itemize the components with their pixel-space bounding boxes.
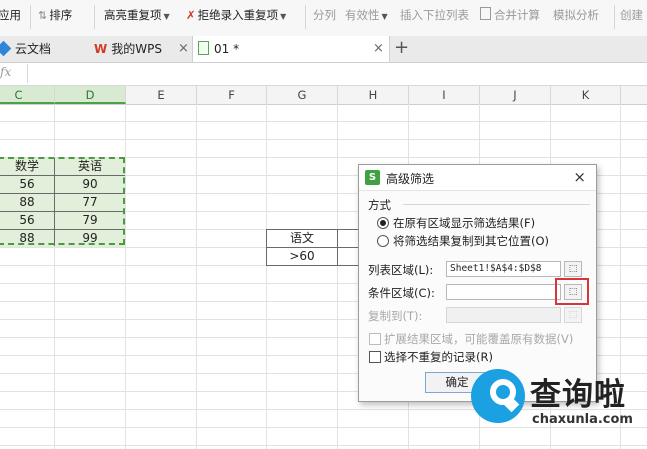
criteria-header-cell[interactable]: 语文 — [267, 230, 337, 247]
ribbon-toolbar: 应用 ⇅ 排序 高亮重复项 ▼ ✗ 拒绝录入重复项 ▼ 分列 有效性 ▼ 插入下拉列表 合… — [0, 0, 647, 37]
list-range-input[interactable]: Sheet1!$A$4:$D$8 — [446, 261, 561, 277]
close-icon[interactable]: × — [573, 168, 586, 186]
formula-input[interactable] — [27, 64, 646, 83]
split-column-button[interactable]: 分列 — [313, 7, 336, 23]
column-header-g[interactable]: G — [267, 86, 338, 104]
toolbar-separator — [614, 5, 615, 29]
document-tab-bar: 云文档 W 我的WPS × 01 * × + — [0, 36, 647, 63]
dialog-title: 高级筛选 — [386, 172, 435, 186]
tab-cloud-docs[interactable]: 云文档 — [0, 36, 78, 62]
chevron-down-icon: ▼ — [381, 12, 388, 21]
reject-icon: ✗ — [186, 8, 196, 22]
cloud-icon — [0, 40, 12, 57]
radio-copy-to-location[interactable] — [377, 235, 389, 247]
formula-bar: fx — [0, 63, 647, 86]
unique-records-checkbox[interactable] — [369, 351, 381, 363]
column-header-h[interactable]: H — [338, 86, 409, 104]
dialog-title-bar[interactable]: S 高级筛选 × — [359, 165, 596, 191]
list-range-picker-icon[interactable]: ⬚ — [564, 261, 582, 277]
highlight-duplicates-label: 高亮重复项 — [104, 8, 162, 22]
consolidate-icon — [480, 7, 491, 20]
group-divider — [403, 204, 590, 205]
apply-button[interactable]: 应用 — [0, 7, 21, 23]
unique-records-label[interactable]: 选择不重复的记录(R) — [384, 349, 493, 365]
close-icon[interactable]: × — [373, 36, 384, 62]
tab-my-wps[interactable]: W 我的WPS × — [94, 36, 192, 62]
criteria-range-input[interactable] — [446, 284, 561, 300]
method-group-label: 方式 — [368, 198, 391, 212]
fx-icon[interactable]: fx — [0, 65, 11, 79]
list-range-label: 列表区域(L): — [368, 263, 434, 277]
copy-selection-marquee — [0, 157, 125, 245]
tab-label: 我的WPS — [111, 42, 162, 56]
tab-document-01[interactable]: 01 * × — [192, 36, 390, 62]
copy-to-label: 复制到(T): — [368, 309, 423, 323]
validation-label: 有效性 — [345, 8, 380, 22]
wps-logo-icon: W — [94, 42, 108, 56]
column-header-j[interactable]: J — [480, 86, 551, 104]
close-icon[interactable]: × — [178, 36, 189, 62]
toolbar-separator — [30, 5, 31, 29]
create-button[interactable]: 创建 — [620, 7, 643, 23]
chevron-down-icon: ▼ — [280, 12, 287, 21]
column-header-k[interactable]: K — [551, 86, 621, 104]
watermark-title: 查询啦 — [530, 377, 626, 413]
reject-duplicates-button[interactable]: ✗ 拒绝录入重复项 ▼ — [186, 7, 286, 23]
chaxunla-watermark: 查询啦 chaxunla.com — [462, 367, 647, 449]
sort-label: 排序 — [49, 8, 73, 22]
new-tab-plus-icon[interactable]: + — [394, 36, 409, 60]
insert-dropdown-list-button[interactable]: 插入下拉列表 — [400, 7, 469, 23]
spreadsheet-icon — [198, 41, 209, 55]
wps-spreadsheet-logo-icon: S — [365, 170, 380, 185]
tab-label: 01 * — [214, 42, 240, 56]
validation-button[interactable]: 有效性 ▼ — [345, 7, 388, 23]
criteria-value-cell[interactable]: >60 — [267, 248, 337, 265]
tab-label: 云文档 — [15, 42, 52, 56]
consolidate-label: 合并计算 — [494, 8, 540, 22]
chevron-down-icon: ▼ — [163, 12, 170, 21]
highlight-duplicates-button[interactable]: 高亮重复项 ▼ — [104, 7, 170, 23]
cell-border — [337, 229, 338, 265]
toolbar-separator — [94, 5, 95, 29]
extend-results-checkbox[interactable] — [369, 333, 381, 345]
column-header-d[interactable]: D — [55, 86, 126, 104]
copy-to-picker-icon[interactable]: ⬚ — [564, 307, 582, 323]
toolbar-separator — [305, 5, 306, 29]
what-if-analysis-button[interactable]: 模拟分析 — [553, 7, 599, 23]
highlight-box — [555, 278, 589, 305]
column-header-e[interactable]: E — [126, 86, 197, 104]
radio-copy-to-location-label[interactable]: 将筛选结果复制到其它位置(O) — [393, 233, 549, 249]
extend-results-label: 扩展结果区域，可能覆盖原有数据(V) — [384, 332, 574, 346]
sort-button[interactable]: ⇅ 排序 — [38, 7, 72, 23]
radio-filter-in-place-label[interactable]: 在原有区域显示筛选结果(F) — [393, 215, 535, 231]
copy-to-input[interactable] — [446, 307, 561, 323]
watermark-url: chaxunla.com — [532, 412, 633, 427]
column-header-f[interactable]: F — [197, 86, 267, 104]
reject-duplicates-label: 拒绝录入重复项 — [197, 8, 279, 22]
consolidate-button[interactable]: 合并计算 — [480, 7, 540, 23]
column-header-i[interactable]: I — [409, 86, 480, 104]
sort-icon: ⇅ — [38, 9, 48, 22]
cell-border — [266, 265, 366, 266]
radio-filter-in-place[interactable] — [377, 217, 389, 229]
column-headers: C D E F G H I J K — [0, 86, 647, 105]
criteria-range-label: 条件区域(C): — [368, 286, 435, 300]
chaxunla-logo-icon — [471, 369, 525, 423]
column-header-c[interactable]: C — [0, 86, 55, 104]
